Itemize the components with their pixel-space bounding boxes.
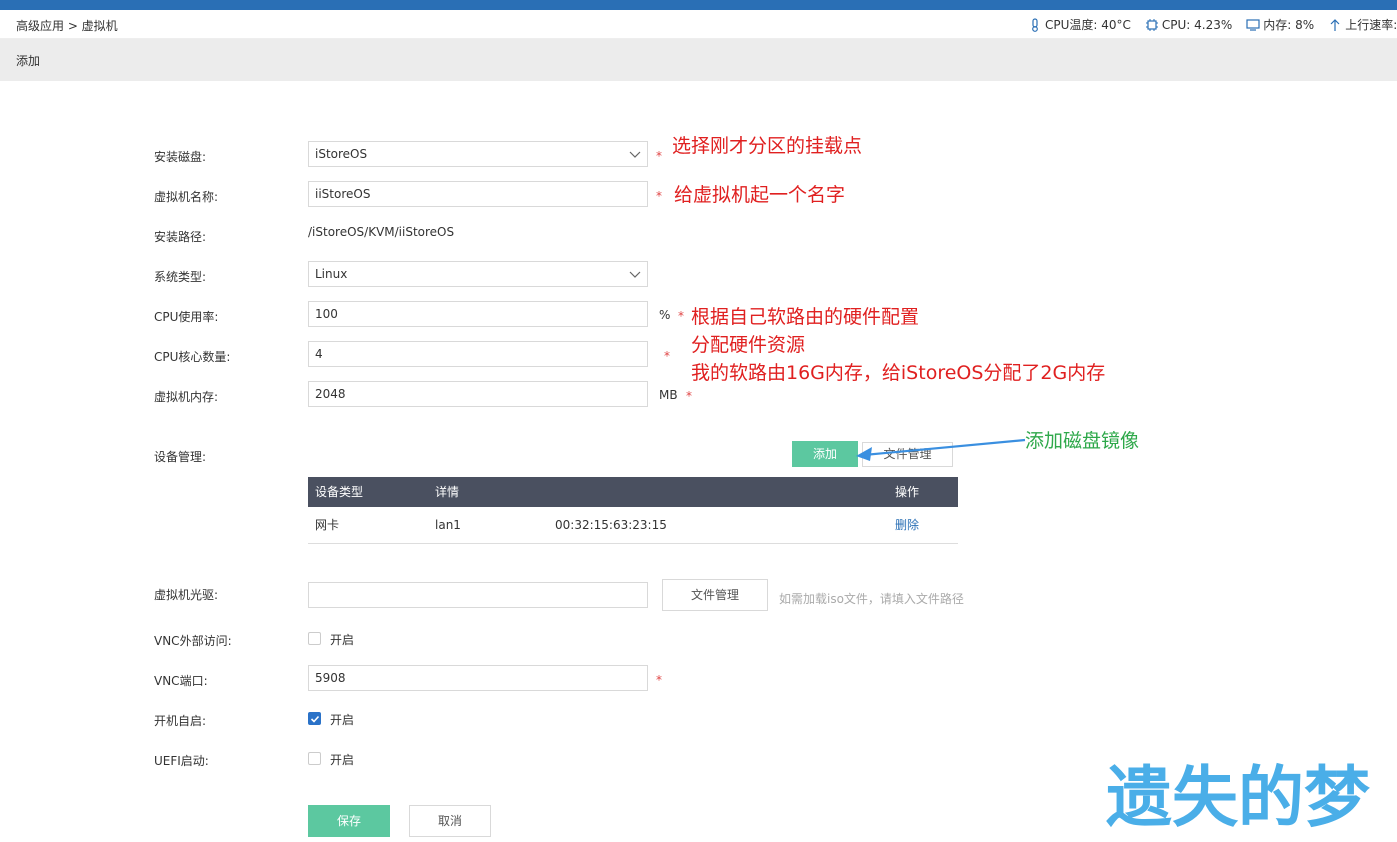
- device-mgmt-label: 设备管理:: [154, 450, 207, 464]
- vm-memory-unit: MB: [659, 388, 678, 402]
- autostart-label: 开机自启:: [154, 714, 207, 728]
- watermark-text: 遗失的梦: [1106, 759, 1370, 836]
- device-detail-cell: lan1: [435, 518, 461, 532]
- delete-device-link[interactable]: 删除: [895, 507, 919, 544]
- breadcrumb[interactable]: 高级应用 > 虚拟机: [16, 17, 118, 34]
- page-title-bar: 添加: [0, 39, 1397, 81]
- install-disk-value: iStoreOS: [315, 147, 368, 161]
- install-path-label: 安装路径:: [154, 230, 207, 244]
- device-type-cell: 网卡: [315, 518, 340, 532]
- device-table: 设备类型 详情 操作 网卡 lan1 00:32:15:63:23:15 删除: [308, 477, 958, 544]
- required-star: *: [656, 149, 662, 163]
- cpu-usage-input[interactable]: [308, 301, 648, 327]
- required-star: *: [656, 189, 662, 203]
- cdrom-input[interactable]: [308, 582, 648, 608]
- stat-memory: 内存: 8%: [1246, 16, 1314, 33]
- os-type-select[interactable]: Linux: [308, 261, 648, 287]
- stat-upload: 上行速率:: [1328, 16, 1397, 33]
- vnc-external-checkbox[interactable]: [308, 632, 321, 645]
- cdrom-file-mgmt-button[interactable]: 文件管理: [662, 579, 768, 611]
- add-device-button[interactable]: 添加: [792, 441, 858, 467]
- column-header: 操作: [895, 485, 920, 499]
- chevron-down-icon: [629, 271, 641, 278]
- page-title: 添加: [16, 54, 41, 68]
- cpu-usage-unit: %: [659, 308, 671, 322]
- vm-memory-input[interactable]: [308, 381, 648, 407]
- vm-memory-label: 虚拟机内存:: [154, 390, 219, 404]
- vnc-port-input[interactable]: [308, 665, 648, 691]
- system-stats: CPU温度: 40°C CPU: 4.23% 内存: 8% 上行速率:: [1028, 16, 1397, 33]
- uefi-option: 开启: [330, 753, 355, 767]
- vm-name-input[interactable]: [308, 181, 648, 207]
- os-type-label: 系统类型:: [154, 270, 207, 284]
- cancel-button[interactable]: 取消: [409, 805, 491, 837]
- resource-annotation-3: 我的软路由16G内存，给iStoreOS分配了2G内存: [691, 362, 1106, 384]
- vm-name-label: 虚拟机名称:: [154, 190, 219, 204]
- cpu-cores-label: CPU核心数量:: [154, 350, 231, 364]
- table-row: 网卡 lan1 00:32:15:63:23:15 删除: [308, 507, 958, 544]
- stat-cpu-text: CPU: 4.23%: [1161, 17, 1233, 32]
- vnc-port-label: VNC端口:: [154, 674, 208, 688]
- save-button[interactable]: 保存: [308, 805, 390, 837]
- uefi-label: UEFI启动:: [154, 754, 209, 768]
- resource-annotation-2: 分配硬件资源: [691, 334, 806, 356]
- device-table-header: 设备类型 详情 操作: [308, 477, 958, 507]
- required-star: *: [678, 309, 684, 323]
- vnc-external-option: 开启: [330, 633, 355, 647]
- required-star: *: [664, 349, 670, 363]
- annotation-arrow: [856, 438, 1026, 461]
- stat-memory-text: 内存: 8%: [1263, 18, 1315, 32]
- os-type-value: Linux: [315, 267, 348, 281]
- uefi-checkbox[interactable]: [308, 752, 321, 765]
- stat-cpu: CPU: 4.23%: [1145, 16, 1232, 33]
- required-star: *: [686, 389, 692, 403]
- required-star: *: [656, 673, 662, 687]
- cdrom-hint: 如需加载iso文件，请填入文件路径: [779, 592, 964, 606]
- name-annotation: 给虚拟机起一个名字: [674, 184, 846, 206]
- install-path-value: /iStoreOS/KVM/iiStoreOS: [308, 225, 455, 239]
- watermark-logo: 遗失的梦 遗失的梦: [1101, 754, 1375, 836]
- chevron-down-icon: [629, 151, 641, 158]
- stat-cpu-temp: CPU温度: 40°C: [1028, 16, 1131, 33]
- vnc-external-label: VNC外部访问:: [154, 634, 232, 648]
- autostart-checkbox[interactable]: [308, 712, 321, 725]
- thermometer-icon: [1032, 17, 1038, 32]
- stat-upload-text: 上行速率:: [1345, 18, 1397, 32]
- check-icon: [310, 715, 320, 723]
- disk-annotation: 选择刚才分区的挂载点: [672, 135, 863, 157]
- stat-cpu-temp-text: CPU温度: 40°C: [1045, 18, 1131, 32]
- cpu-cores-input[interactable]: [308, 341, 648, 367]
- install-disk-select[interactable]: iStoreOS: [308, 141, 648, 167]
- top-accent-bar: [0, 0, 1397, 10]
- install-disk-label: 安装磁盘:: [154, 150, 207, 164]
- add-annotation: 添加磁盘镜像: [1025, 430, 1140, 452]
- monitor-icon: [1246, 18, 1260, 31]
- cdrom-label: 虚拟机光驱:: [154, 588, 219, 602]
- cpu-usage-label: CPU使用率:: [154, 310, 219, 324]
- resource-annotation-1: 根据自己软路由的硬件配置: [691, 306, 920, 328]
- autostart-option: 开启: [330, 713, 355, 727]
- column-header: 详情: [435, 485, 460, 499]
- device-mac-cell: 00:32:15:63:23:15: [555, 518, 667, 532]
- arrow-up-icon: [1330, 18, 1340, 31]
- header-bar: 高级应用 > 虚拟机 CPU温度: 40°C CPU: 4.23% 内存: 8%…: [0, 10, 1397, 39]
- column-header: 设备类型: [315, 485, 364, 499]
- cpu-chip-icon: [1145, 18, 1158, 31]
